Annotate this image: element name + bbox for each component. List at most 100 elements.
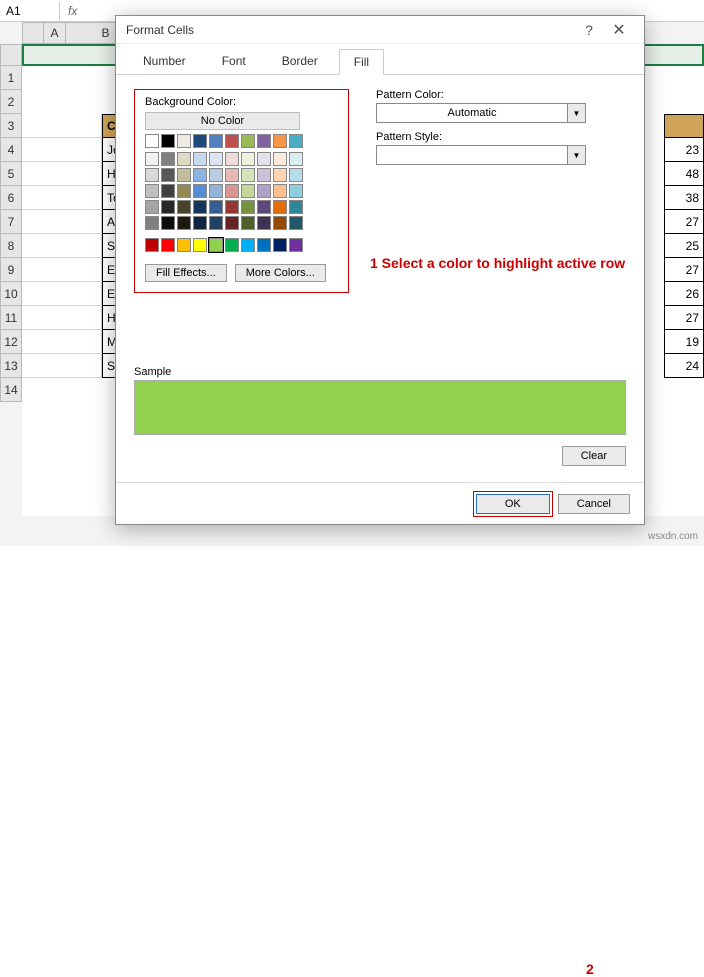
table-cell-num[interactable]: 25 — [664, 234, 704, 258]
color-swatch[interactable] — [193, 184, 207, 198]
row-header[interactable]: 6 — [0, 186, 22, 210]
color-swatch[interactable] — [241, 238, 255, 252]
color-swatch[interactable] — [193, 216, 207, 230]
color-swatch[interactable] — [241, 184, 255, 198]
color-swatch[interactable] — [209, 200, 223, 214]
row-header[interactable]: 4 — [0, 138, 22, 162]
chevron-down-icon[interactable]: ▼ — [568, 145, 586, 165]
dialog-titlebar[interactable]: Format Cells ? ✕ — [116, 16, 644, 44]
color-swatch[interactable] — [273, 238, 287, 252]
ok-button[interactable]: OK — [476, 494, 550, 514]
close-icon[interactable]: ✕ — [604, 20, 634, 40]
color-swatch[interactable] — [145, 238, 159, 252]
color-swatch[interactable] — [289, 134, 303, 148]
color-swatch[interactable] — [209, 168, 223, 182]
table-cell-num[interactable]: 24 — [664, 354, 704, 378]
tab-border[interactable]: Border — [267, 48, 333, 74]
color-swatch[interactable] — [177, 184, 191, 198]
clear-button[interactable]: Clear — [562, 446, 626, 466]
color-swatch[interactable] — [273, 200, 287, 214]
fill-effects-button[interactable]: Fill Effects... — [145, 264, 227, 282]
fx-icon[interactable]: fx — [60, 4, 85, 18]
color-swatch[interactable] — [193, 238, 207, 252]
row-header[interactable]: 3 — [0, 114, 22, 138]
table-cell-num[interactable]: 38 — [664, 186, 704, 210]
table-cell-num[interactable]: 23 — [664, 138, 704, 162]
color-swatch[interactable] — [257, 200, 271, 214]
color-swatch[interactable] — [193, 152, 207, 166]
color-swatch[interactable] — [225, 216, 239, 230]
color-swatch[interactable] — [241, 152, 255, 166]
color-swatch[interactable] — [177, 216, 191, 230]
color-swatch[interactable] — [289, 216, 303, 230]
color-swatch[interactable] — [225, 168, 239, 182]
color-swatch[interactable] — [273, 168, 287, 182]
tab-fill[interactable]: Fill — [339, 49, 384, 75]
color-swatch[interactable] — [225, 238, 239, 252]
pattern-color-combo[interactable]: Automatic ▼ — [376, 103, 586, 123]
color-swatch[interactable] — [241, 134, 255, 148]
color-swatch[interactable] — [145, 200, 159, 214]
table-cell-num[interactable]: 26 — [664, 282, 704, 306]
select-all-triangle[interactable] — [22, 22, 44, 44]
table-cell-num[interactable]: 27 — [664, 306, 704, 330]
color-swatch[interactable] — [225, 152, 239, 166]
color-swatch[interactable] — [257, 152, 271, 166]
row-header[interactable]: 11 — [0, 306, 22, 330]
color-swatch[interactable] — [257, 134, 271, 148]
color-swatch[interactable] — [289, 152, 303, 166]
color-swatch[interactable] — [177, 168, 191, 182]
table-cell-num[interactable]: 27 — [664, 210, 704, 234]
color-swatch[interactable] — [145, 184, 159, 198]
color-swatch[interactable] — [257, 184, 271, 198]
color-swatch[interactable] — [193, 168, 207, 182]
color-swatch[interactable] — [241, 168, 255, 182]
color-swatch[interactable] — [241, 200, 255, 214]
row-header[interactable]: 13 — [0, 354, 22, 378]
color-swatch[interactable] — [145, 216, 159, 230]
color-swatch[interactable] — [289, 184, 303, 198]
color-swatch[interactable] — [241, 216, 255, 230]
row-header[interactable]: 9 — [0, 258, 22, 282]
color-swatch-selected[interactable] — [209, 238, 223, 252]
col-header-a[interactable]: A — [44, 22, 66, 44]
cancel-button[interactable]: Cancel — [558, 494, 630, 514]
tab-number[interactable]: Number — [128, 48, 201, 74]
color-swatch[interactable] — [161, 152, 175, 166]
color-swatch[interactable] — [161, 216, 175, 230]
color-swatch[interactable] — [209, 184, 223, 198]
color-swatch[interactable] — [161, 168, 175, 182]
color-swatch[interactable] — [193, 134, 207, 148]
color-swatch[interactable] — [177, 200, 191, 214]
row-header[interactable]: 14 — [0, 378, 22, 402]
table-cell-num[interactable]: 19 — [664, 330, 704, 354]
table-cell-num[interactable]: 27 — [664, 258, 704, 282]
color-swatch[interactable] — [161, 238, 175, 252]
color-swatch[interactable] — [177, 238, 191, 252]
row-header[interactable]: 8 — [0, 234, 22, 258]
color-swatch[interactable] — [145, 168, 159, 182]
chevron-down-icon[interactable]: ▼ — [568, 103, 586, 123]
color-swatch[interactable] — [145, 152, 159, 166]
no-color-button[interactable]: No Color — [145, 112, 300, 130]
row-header[interactable]: 1 — [0, 66, 22, 90]
color-swatch[interactable] — [177, 134, 191, 148]
row-header[interactable]: 7 — [0, 210, 22, 234]
color-swatch[interactable] — [273, 216, 287, 230]
color-swatch[interactable] — [273, 152, 287, 166]
row-header[interactable]: 10 — [0, 282, 22, 306]
color-swatch[interactable] — [193, 200, 207, 214]
color-swatch[interactable] — [273, 184, 287, 198]
help-icon[interactable]: ? — [574, 22, 604, 38]
color-swatch[interactable] — [289, 238, 303, 252]
color-swatch[interactable] — [209, 152, 223, 166]
color-swatch[interactable] — [161, 200, 175, 214]
table-cell-num[interactable]: 48 — [664, 162, 704, 186]
color-swatch[interactable] — [209, 134, 223, 148]
pattern-style-combo[interactable]: ▼ — [376, 145, 586, 165]
color-swatch[interactable] — [161, 184, 175, 198]
more-colors-button[interactable]: More Colors... — [235, 264, 326, 282]
color-swatch[interactable] — [145, 134, 159, 148]
color-swatch[interactable] — [273, 134, 287, 148]
row-header[interactable]: 5 — [0, 162, 22, 186]
